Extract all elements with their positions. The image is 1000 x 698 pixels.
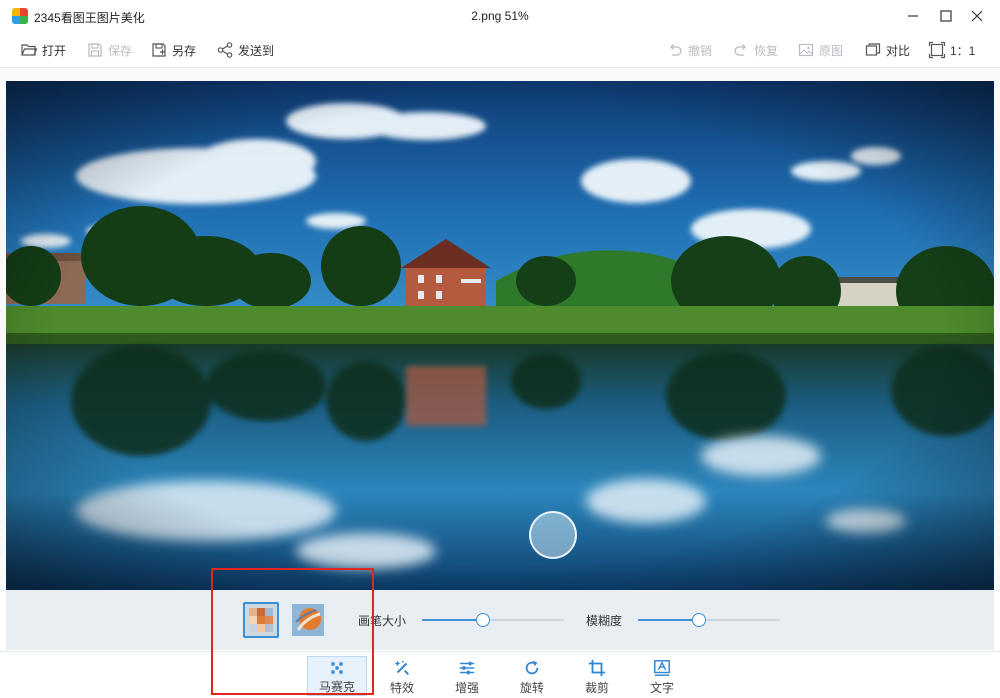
mosaic-icon [331,662,343,674]
mosaic-pixel-thumb-icon [245,604,277,636]
slider-fill [422,619,484,621]
minimize-icon [908,15,918,17]
open-button[interactable]: 打开 [20,38,66,62]
crop-icon [588,659,606,677]
undo-label: 撤销 [688,43,713,58]
undo-button[interactable]: 撤销 [666,38,712,62]
minimize-button[interactable] [898,4,928,28]
compare-icon [865,43,881,56]
original-image-label: 原图 [819,43,844,58]
bottom-tool-bar: 马赛克 特效 增强 旋转 裁剪 文字 [0,651,1000,698]
tool-rotate-label: 旋转 [519,681,544,695]
slider-fill [638,619,700,621]
landscape-photo [6,81,994,590]
actual-size-label: 1：1 [950,43,976,58]
redo-label: 恢复 [754,43,779,58]
tool-enhance[interactable]: 增强 [437,656,497,696]
slider-thumb[interactable] [476,613,491,627]
redo-icon [734,44,746,56]
rotate-icon [525,660,539,675]
tool-mosaic-label: 马赛克 [318,680,355,694]
save-as-label: 另存 [172,43,197,58]
blur-label: 模糊度 [586,614,623,628]
save-as-icon [152,43,166,57]
close-button[interactable] [962,4,992,28]
tool-enhance-label: 增强 [454,681,479,695]
compare-button[interactable]: 对比 [864,38,910,62]
mosaic-style-paint[interactable] [290,602,326,638]
save-label: 保存 [108,43,133,58]
blur-slider[interactable] [638,612,780,628]
file-name-zoom: 2.png 51% [471,9,529,23]
mosaic-options-panel: 画笔大小 模糊度 [6,590,994,650]
folder-open-icon [21,44,38,56]
canvas-area[interactable] [0,69,1000,591]
maximize-icon [940,10,952,22]
save-button[interactable]: 保存 [86,38,132,62]
tool-effects[interactable]: 特效 [372,656,432,696]
magic-wand-icon [394,660,410,676]
actual-size-icon [928,41,946,59]
adjust-sliders-icon [459,661,475,675]
tool-crop-label: 裁剪 [584,681,609,695]
save-as-button[interactable]: 另存 [150,38,196,62]
tool-mosaic[interactable]: 马赛克 [307,656,367,696]
title-bar: 2345看图王图片美化 2.png 51% [0,0,1000,32]
share-icon [217,42,233,58]
tool-text[interactable]: 文字 [632,656,692,696]
redo-button[interactable]: 恢复 [732,38,778,62]
open-label: 打开 [42,43,67,58]
tool-effects-label: 特效 [389,681,414,695]
tool-text-label: 文字 [649,681,674,695]
actual-size-button[interactable]: 1：1 [928,38,975,62]
close-icon [971,10,983,22]
original-image-icon [798,43,814,57]
save-icon [88,43,102,57]
slider-thumb[interactable] [692,613,707,627]
brush-size-slider[interactable] [422,612,564,628]
maximize-button[interactable] [931,4,961,28]
undo-icon [670,44,682,56]
edited-photo[interactable] [6,81,994,590]
send-to-label: 发送到 [238,43,275,58]
send-to-button[interactable]: 发送到 [216,38,274,62]
text-icon [654,660,670,676]
mosaic-style-pixel[interactable] [243,602,279,638]
tool-rotate[interactable]: 旋转 [502,656,562,696]
tool-crop[interactable]: 裁剪 [567,656,627,696]
top-toolbar: 打开 保存 另存 发送到 撤销 恢复 原图 对比 1：1 [0,32,1000,68]
brush-cursor [529,511,577,559]
mosaic-paint-thumb-icon [292,604,324,636]
original-image-button[interactable]: 原图 [797,38,843,62]
compare-label: 对比 [886,43,911,58]
brush-size-label: 画笔大小 [358,614,407,628]
